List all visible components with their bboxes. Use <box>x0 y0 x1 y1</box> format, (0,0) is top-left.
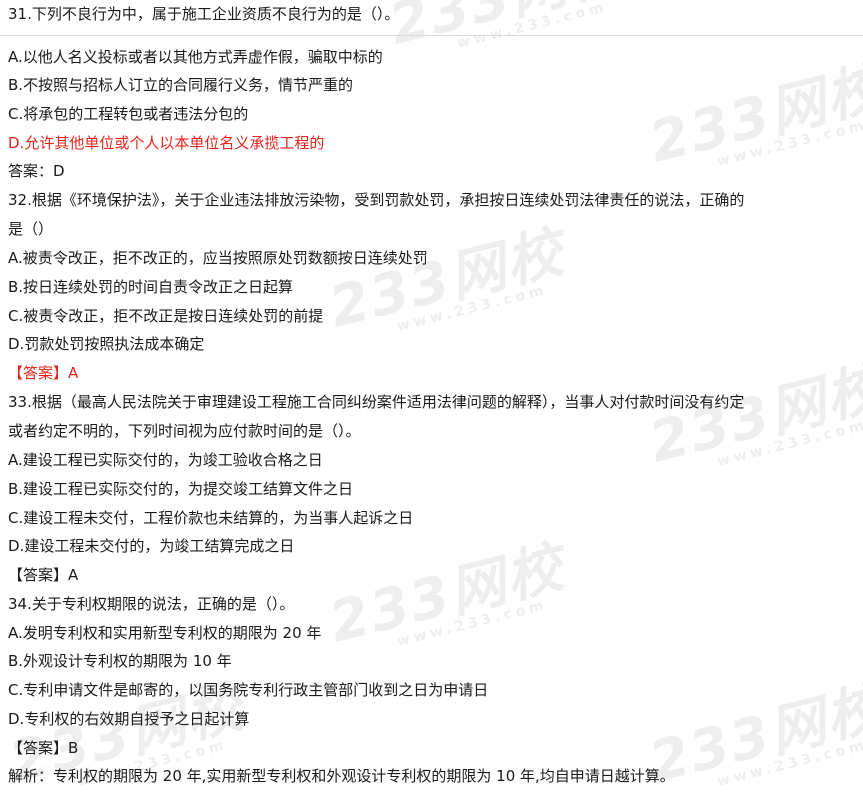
watermark-sub: www.233.com <box>455 0 609 52</box>
question-32-option-a: A.被责令改正，拒不改正的，应当按照原处罚数额按日连续处罚 <box>8 249 428 267</box>
watermark: 233网校www.233.com <box>320 522 573 664</box>
watermark-sub: www.233.com <box>715 737 863 790</box>
watermark: 233网校www.233.com <box>640 342 863 484</box>
watermark-sub: www.233.com <box>715 117 863 170</box>
question-32-stem: 32.根据《环境保护法》，关于企业违法排放污染物，受到罚款处罚，承担按日连续处罚… <box>8 191 745 209</box>
question-31-option-a: A.以他人名义投标或者以其他方式弄虚作假，骗取中标的 <box>8 48 383 66</box>
question-34-option-c: C.专利申请文件是邮寄的，以国务院专利行政主管部门收到之日为申请日 <box>8 681 489 699</box>
question-32-option-c: C.被责令改正，拒不改正是按日连续处罚的前提 <box>8 307 324 325</box>
divider <box>0 35 863 36</box>
question-33-answer: 【答案】A <box>8 566 79 584</box>
question-34-option-d: D.专利权的右效期自授予之日起计算 <box>8 710 250 728</box>
question-31-answer: 答案：D <box>8 162 65 180</box>
question-34-answer: 【答案】B <box>8 739 79 757</box>
question-31-stem: 31.下列不良行为中，属于施工企业资质不良行为的是（）。 <box>8 5 400 23</box>
watermark-text: 233网校 <box>323 534 571 656</box>
watermark-sub: www.233.com <box>395 282 549 335</box>
watermark-text: 233网校 <box>643 54 863 176</box>
watermark: 233网校www.233.com <box>640 42 863 184</box>
question-33-stem: 33.根据（最高人民法院关于审理建设工程施工合同纠纷案件适用法律问题的解释），当… <box>8 393 745 411</box>
watermark: 233网校www.233.com <box>380 0 633 66</box>
question-33-option-b: B.建设工程已实际交付的，为提交竣工结算文件之日 <box>8 480 354 498</box>
watermark-text: 233网校 <box>643 354 863 476</box>
question-31-option-c: C.将承包的工程转包或者违法分包的 <box>8 105 249 123</box>
question-32-answer: 【答案】A <box>8 364 79 382</box>
question-33-option-c: C.建设工程未交付，工程价款也未结算的，为当事人起诉之日 <box>8 509 414 527</box>
document-page: 233网校www.233.com 233网校www.233.com 233网校w… <box>0 0 863 796</box>
question-33-option-a: A.建设工程已实际交付的，为竣工验收合格之日 <box>8 451 323 469</box>
question-32-stem-cont: 是（） <box>8 220 54 238</box>
watermark-sub: www.233.com <box>395 597 549 650</box>
question-34-option-a: A.发明专利权和实用新型专利权的期限为 20 年 <box>8 624 322 642</box>
question-34-option-b: B.外观设计专利权的期限为 10 年 <box>8 652 232 670</box>
watermark-sub: www.233.com <box>715 417 863 470</box>
watermark: 233网校www.233.com <box>320 207 573 349</box>
watermark-text: 233网校 <box>383 0 631 58</box>
question-34-explanation: 解析：专利权的期限为 20 年,实用新型专利权和外观设计专利权的期限为 10 年… <box>8 767 675 785</box>
question-31-option-d: D.允许其他单位或个人以本单位名义承揽工程的 <box>8 134 325 152</box>
question-33-option-d: D.建设工程未交付的，为竣工结算完成之日 <box>8 537 295 555</box>
watermark-text: 233网校 <box>643 674 863 796</box>
question-32-option-b: B.按日连续处罚的时间自责令改正之日起算 <box>8 278 294 296</box>
question-34-stem: 34.关于专利权期限的说法，正确的是（）。 <box>8 595 295 613</box>
question-31-option-b: B.不按照与招标人订立的合同履行义务，情节严重的 <box>8 76 354 94</box>
question-32-option-d: D.罚款处罚按照执法成本确定 <box>8 335 205 353</box>
question-33-stem-cont: 或者约定不明的，下列时间视为应付款时间的是（）。 <box>8 422 361 440</box>
watermark-text: 233网校 <box>323 219 571 341</box>
